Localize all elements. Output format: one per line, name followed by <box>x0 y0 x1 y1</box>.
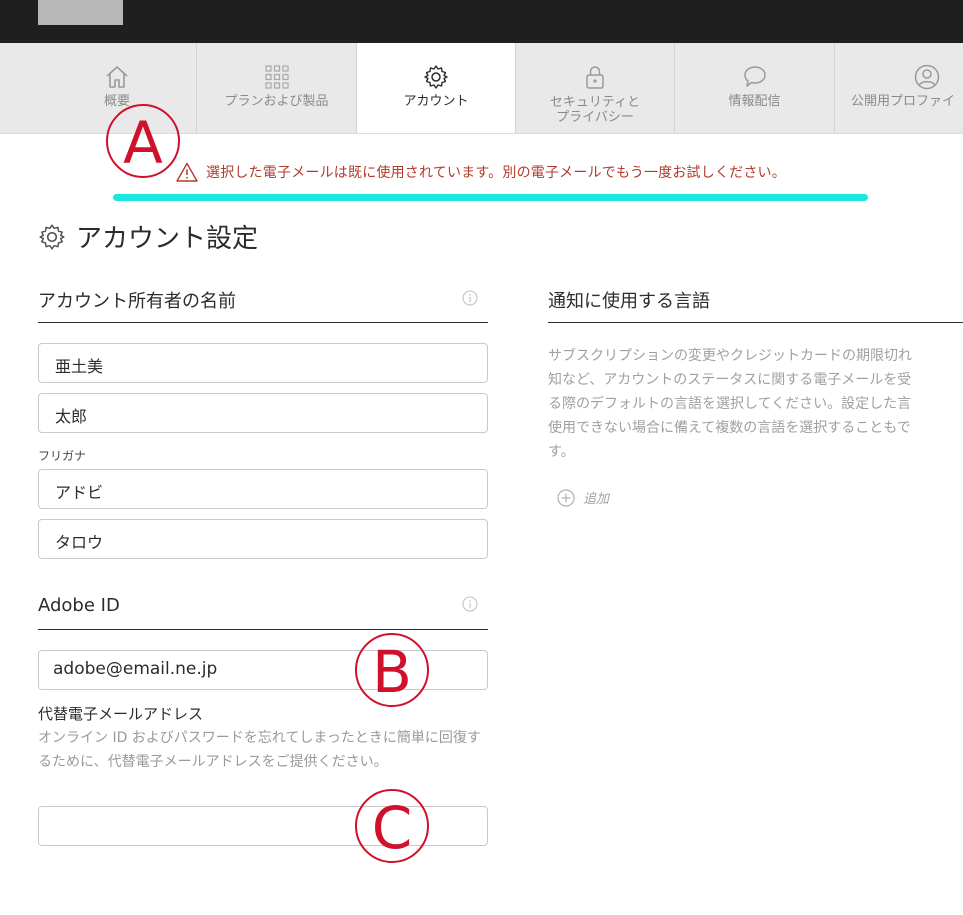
furigana-first-value: タロウ <box>55 533 104 552</box>
logo[interactable] <box>38 0 123 25</box>
tab-label: 概要 <box>103 94 130 109</box>
section-divider <box>548 322 963 323</box>
furigana-first-name-field[interactable]: タロウ <box>38 519 488 559</box>
top-bar <box>0 0 963 43</box>
gear-icon <box>39 223 65 250</box>
user-icon <box>914 64 940 90</box>
tab-label: 情報配信 <box>728 94 781 109</box>
annotation-c: C <box>355 789 429 863</box>
tab-public-profile[interactable]: 公開用プロファイ <box>835 43 963 133</box>
plus-circle-icon <box>557 488 575 507</box>
tab-account[interactable]: アカウント <box>357 43 515 133</box>
annotation-b: B <box>355 633 429 707</box>
add-language-label: 追加 <box>583 492 610 507</box>
last-name-field[interactable]: 亜土美 <box>38 343 488 383</box>
tab-label: セキュリティと プライバシー <box>549 95 641 125</box>
tab-label: アカウント <box>403 94 469 109</box>
error-message: 選択した電子メールは既に使用されています。別の電子メールでもう一度お試しください… <box>176 161 786 183</box>
language-description: サブスクリプションの変更やクレジットカードの期限切れ 知など、アカウントのステー… <box>548 348 912 460</box>
section-divider <box>38 629 488 630</box>
annotation-a: A <box>106 104 180 178</box>
adobe-id-email-value: adobe@email.ne.jp <box>53 659 218 679</box>
furigana-last-value: アドビ <box>55 483 104 502</box>
tab-label: 公開用プロファイ <box>851 94 956 109</box>
tab-communications[interactable]: 情報配信 <box>675 43 834 133</box>
info-icon[interactable] <box>462 290 478 306</box>
page-heading: アカウント設定 <box>38 218 258 255</box>
warning-icon <box>176 162 198 182</box>
furigana-label: フリガナ <box>38 449 87 463</box>
tab-plans-products[interactable]: プランおよび製品 <box>197 43 356 133</box>
page-title: アカウント設定 <box>76 224 259 254</box>
speech-bubble-icon <box>743 66 766 87</box>
language-heading: 通知に使用する言語 <box>548 291 710 312</box>
grid-icon <box>264 65 289 89</box>
error-highlight-underline <box>113 194 868 201</box>
info-icon[interactable] <box>462 596 478 612</box>
furigana-last-name-field[interactable]: アドビ <box>38 469 488 509</box>
gear-icon <box>424 65 448 89</box>
tab-label: プランおよび製品 <box>224 94 329 109</box>
first-name-field[interactable]: 太郎 <box>38 393 488 433</box>
adobe-id-heading: Adobe ID <box>38 595 120 616</box>
home-icon <box>106 66 128 88</box>
first-name-value: 太郎 <box>55 407 88 426</box>
alt-email-help: オンライン ID およびパスワードを忘れてしまったときに簡単に回復するために、代… <box>38 730 481 770</box>
alt-email-label: 代替電子メールアドレス <box>38 705 204 723</box>
add-language-button[interactable]: 追加 <box>557 488 609 507</box>
tab-security-privacy[interactable]: セキュリティと プライバシー <box>516 43 674 133</box>
last-name-value: 亜土美 <box>55 357 104 376</box>
owner-name-heading: アカウント所有者の名前 <box>38 291 236 312</box>
error-text: 選択した電子メールは既に使用されています。別の電子メールでもう一度お試しください… <box>206 165 786 181</box>
lock-icon <box>586 66 604 89</box>
section-divider <box>38 322 488 323</box>
